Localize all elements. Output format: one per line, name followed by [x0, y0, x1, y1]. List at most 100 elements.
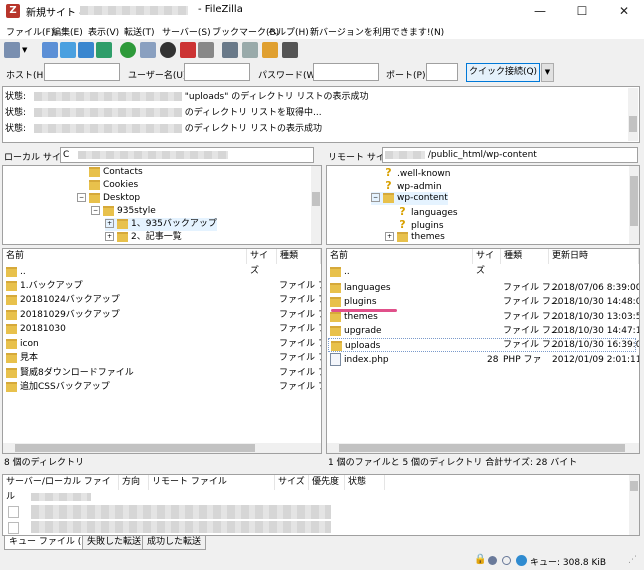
- tree-item[interactable]: +2、記事一覧: [105, 231, 182, 244]
- remote-col-name[interactable]: 名前: [327, 249, 473, 264]
- site-manager-icon[interactable]: [4, 42, 20, 58]
- file-row[interactable]: 20181029バックアップ: [6, 308, 120, 322]
- tab-failed-transfers[interactable]: 失敗した転送: [82, 536, 147, 550]
- minimize-button[interactable]: —: [520, 0, 560, 22]
- folder-icon: [6, 323, 17, 334]
- folder-icon: [6, 280, 17, 291]
- queue-item[interactable]: [31, 505, 331, 519]
- close-button[interactable]: ✕: [604, 0, 644, 22]
- host-input[interactable]: [44, 63, 120, 81]
- collapse-icon[interactable]: −: [371, 193, 380, 202]
- remote-col-size[interactable]: サイズ: [473, 249, 501, 276]
- queue-item[interactable]: [31, 521, 331, 533]
- tree-item[interactable]: −935style: [91, 205, 156, 218]
- file-row[interactable]: 追加CSSバックアップ: [6, 380, 110, 394]
- file-row[interactable]: ..: [330, 265, 350, 279]
- queue-col-local[interactable]: サーバー/ローカル ファイル: [3, 475, 119, 502]
- binoculars-icon[interactable]: [282, 42, 298, 58]
- tree-item[interactable]: ? .well-known: [383, 166, 450, 179]
- queue-col-priority[interactable]: 優先度: [309, 475, 345, 490]
- expand-icon[interactable]: +: [105, 219, 114, 228]
- file-row[interactable]: plugins: [330, 295, 377, 309]
- message-log-icon[interactable]: [42, 42, 58, 58]
- local-col-name[interactable]: 名前: [3, 249, 247, 264]
- remote-col-type[interactable]: 種類: [501, 249, 549, 264]
- password-input[interactable]: [313, 63, 379, 81]
- port-input[interactable]: [426, 63, 458, 81]
- folder-icon: [6, 352, 17, 363]
- folder-icon: [89, 179, 100, 190]
- maximize-button[interactable]: ☐: [562, 0, 602, 22]
- file-row[interactable]: 20181024バックアップ: [6, 293, 120, 307]
- local-hscrollbar[interactable]: [3, 443, 321, 453]
- file-row[interactable]: icon: [6, 337, 39, 351]
- expand-icon[interactable]: +: [385, 232, 394, 241]
- menu-file[interactable]: ファイル(F): [6, 25, 54, 38]
- remote-col-date[interactable]: 更新日時: [549, 249, 639, 264]
- local-tree-icon[interactable]: [60, 42, 76, 58]
- folder-icon: [330, 296, 341, 307]
- log-scrollbar[interactable]: [628, 88, 638, 141]
- cancel-icon[interactable]: [160, 42, 176, 58]
- remote-site-input[interactable]: /public_html/wp-content: [382, 147, 638, 163]
- file-row[interactable]: 見本: [6, 351, 38, 365]
- disconnect-icon[interactable]: [180, 42, 196, 58]
- queue-scrollbar[interactable]: [629, 475, 639, 535]
- compare-icon[interactable]: [242, 42, 258, 58]
- tree-item-selected[interactable]: − wp-content: [371, 192, 448, 205]
- menu-view[interactable]: 表示(V): [88, 25, 119, 38]
- local-tree-scrollbar[interactable]: [311, 166, 321, 244]
- username-input[interactable]: [184, 63, 250, 81]
- queue-col-direction[interactable]: 方向: [119, 475, 149, 490]
- file-row[interactable]: languages: [330, 281, 391, 295]
- tree-item[interactable]: Cookies: [89, 179, 138, 192]
- queue-col-status[interactable]: 状態: [345, 475, 385, 490]
- file-type: ファイル フォ...: [279, 368, 321, 378]
- remote-hscrollbar[interactable]: [327, 443, 639, 453]
- menu-server[interactable]: サーバー(S): [162, 25, 211, 38]
- reconnect-icon[interactable]: [198, 42, 214, 58]
- file-icon: [8, 506, 19, 518]
- collapse-icon[interactable]: −: [77, 193, 86, 202]
- tree-item[interactable]: ? languages: [397, 205, 457, 218]
- queue-col-remote[interactable]: リモート ファイル: [149, 475, 275, 490]
- file-row[interactable]: themes: [330, 310, 378, 324]
- site-manager-dropdown-icon[interactable]: ▼: [22, 42, 30, 58]
- resize-grip-icon[interactable]: ⋰: [628, 555, 637, 565]
- tree-item[interactable]: ? wp-admin: [383, 179, 441, 192]
- tree-item[interactable]: − Desktop: [77, 192, 140, 205]
- message-log: 状態: "uploads" のディレクトリ リストの表示成功 状態: のディレク…: [2, 86, 640, 143]
- quickconnect-dropdown[interactable]: ▼: [541, 63, 554, 82]
- local-site-input[interactable]: C: [60, 147, 314, 163]
- tab-successful-transfers[interactable]: 成功した転送: [142, 536, 207, 550]
- refresh-icon[interactable]: [120, 42, 136, 58]
- collapse-icon[interactable]: −: [91, 206, 100, 215]
- quickconnect-button[interactable]: クイック接続(Q): [466, 63, 540, 82]
- sync-browse-icon[interactable]: [262, 42, 278, 58]
- remote-tree-scrollbar[interactable]: [629, 166, 639, 244]
- tree-item[interactable]: Contacts: [89, 166, 143, 179]
- transfer-queue-icon[interactable]: [96, 42, 112, 58]
- file-row[interactable]: 賢威8ダウンロードファイル: [6, 366, 134, 380]
- filter-icon[interactable]: [222, 42, 238, 58]
- process-queue-icon[interactable]: [140, 42, 156, 58]
- menu-new-version[interactable]: 新バージョンを利用できます!(N): [310, 25, 444, 38]
- tree-item-selected[interactable]: +1、935バックアップ: [105, 218, 217, 231]
- menu-edit[interactable]: 編集(E): [52, 25, 83, 38]
- menu-help[interactable]: ヘルプ(H): [268, 25, 309, 38]
- remote-tree-icon[interactable]: [78, 42, 94, 58]
- file-row[interactable]: upgrade: [330, 324, 382, 338]
- folder-icon: [330, 325, 341, 336]
- file-row[interactable]: index.php: [330, 353, 389, 367]
- file-row[interactable]: 1.バックアップ: [6, 279, 83, 293]
- file-row[interactable]: ..: [6, 265, 26, 279]
- tree-item[interactable]: ? plugins: [397, 218, 443, 231]
- local-col-size[interactable]: サイズ: [247, 249, 277, 276]
- tree-item[interactable]: + themes: [385, 231, 445, 244]
- file-row[interactable]: 20181030: [6, 322, 66, 336]
- local-col-type[interactable]: 種類: [277, 249, 321, 264]
- expand-icon[interactable]: +: [105, 232, 114, 241]
- menu-transfer[interactable]: 転送(T): [124, 25, 155, 38]
- queue-item[interactable]: [31, 493, 91, 501]
- queue-col-size[interactable]: サイズ: [275, 475, 309, 490]
